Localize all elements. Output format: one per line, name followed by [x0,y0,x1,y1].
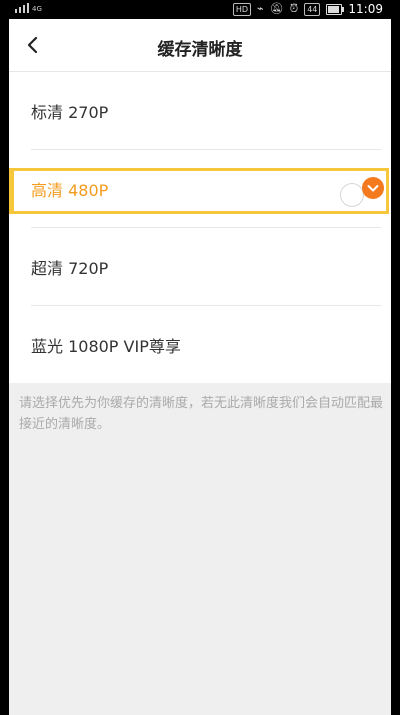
radio-circle[interactable] [340,183,364,207]
app-screen: 4G HD ⌁ 🔕︎ ⏰︎ 44 11:09 缓存清晰度 标清 270P 高清 … [9,0,391,715]
option-label: 标清 270P [31,103,109,122]
mute-icon: 🔕︎ [269,2,284,15]
alarm-icon: ⏰︎ [289,2,299,15]
option-label: 蓝光 1080P VIP尊享 [31,337,181,356]
status-bar: 4G HD ⌁ 🔕︎ ⏰︎ 44 11:09 [9,0,391,19]
selection-highlight-bar [9,168,14,214]
vibrate-icon: ⌁ [257,2,264,15]
battery-icon [326,3,345,15]
network-type: 4G [32,5,42,13]
page-title: 缓存清晰度 [157,40,243,60]
signal-icon: 4G [15,3,42,13]
hint-text: 请选择优先为你缓存的清晰度，若无此清晰度我们会自动匹配最接近的清晰度。 [19,396,384,432]
hd-badge: HD [232,2,252,16]
checkmark-icon[interactable] [362,177,384,199]
quality-option-1080p[interactable]: 蓝光 1080P VIP尊享 [9,306,391,382]
option-label: 高清 480P [31,181,109,200]
header: 缓存清晰度 [9,19,391,72]
quality-option-720p[interactable]: 超清 720P [9,228,391,304]
option-label: 超清 720P [31,259,109,278]
battery-level: 44 [304,2,321,16]
quality-option-480p[interactable]: 高清 480P [9,150,391,226]
quality-option-270p[interactable]: 标清 270P [9,72,391,148]
quality-options-list: 标清 270P 高清 480P 超清 720P 蓝光 1080P VIP尊享 [9,72,391,383]
clock: 11:09 [348,2,383,16]
